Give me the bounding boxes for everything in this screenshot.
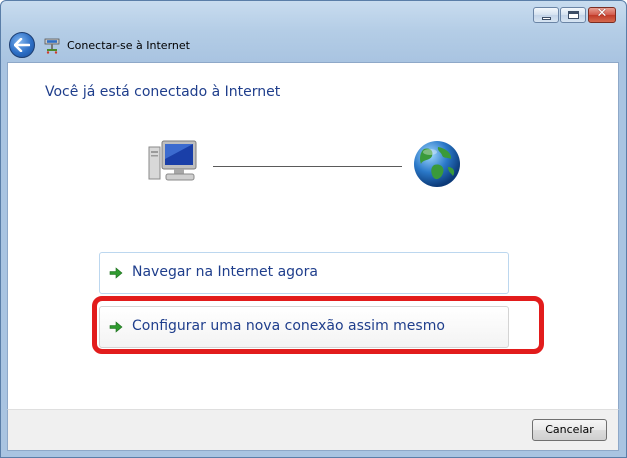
content-area: Você já está conectado à Internet Navega… (7, 62, 619, 409)
dialog-window: ✕ Conectar-se à Internet Você já está co… (0, 0, 627, 458)
cancel-button[interactable]: Cancelar (532, 419, 607, 441)
connection-line (213, 166, 402, 167)
page-heading: Você já está conectado à Internet (45, 84, 281, 100)
option-label: Navegar na Internet agora (132, 264, 318, 280)
browse-internet-option[interactable]: Navegar na Internet agora (99, 252, 509, 294)
minimize-button[interactable] (533, 7, 559, 23)
back-arrow-icon (14, 38, 30, 52)
maximize-icon (568, 11, 579, 19)
footer-bar: Cancelar (7, 409, 619, 451)
close-icon: ✕ (596, 6, 608, 21)
minimize-icon (542, 17, 551, 20)
navigation-bar: Conectar-se à Internet (1, 31, 626, 61)
window-title: Conectar-se à Internet (67, 39, 190, 52)
green-arrow-icon (109, 267, 123, 279)
back-button[interactable] (9, 32, 35, 58)
title-bar[interactable]: ✕ (1, 1, 626, 31)
close-button[interactable]: ✕ (588, 6, 616, 23)
network-icon (44, 38, 60, 54)
maximize-button[interactable] (560, 7, 586, 23)
computer-icon (148, 140, 197, 181)
highlight-annotation (92, 296, 544, 354)
globe-icon (414, 141, 460, 187)
